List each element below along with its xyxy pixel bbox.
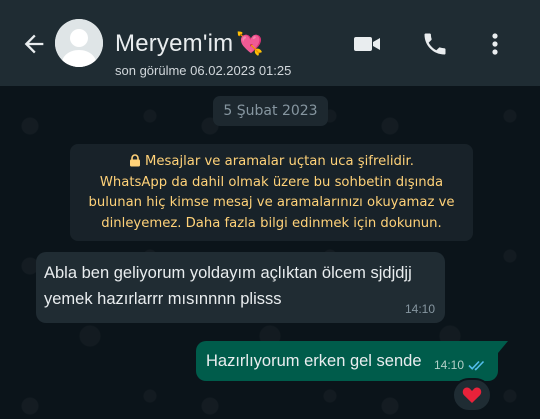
incoming-message[interactable]: Abla ben geliyorum yoldayım açlıktan ölc… [36,252,445,323]
encryption-notice-line: WhatsApp da dahil olmak üzere bu sohbeti… [99,174,444,190]
message-text: Hazırlıyorum erken gel sende [206,351,422,370]
last-seen-status: son görülme 06.02.2023 01:25 [115,63,292,78]
contact-name-text: Meryem'im [115,30,234,57]
lock-icon [130,154,141,167]
read-receipt-icon [468,360,485,371]
voice-call-icon[interactable] [420,30,450,58]
message-time: 14:10 [404,302,435,316]
encryption-notice-line: Mesajlar ve aramalar uçtan uca şifrelidi… [80,152,463,173]
encryption-notice-line: bulunan hiç kimse mesaj ve aramalarınızı… [88,195,455,210]
outgoing-message[interactable]: Hazırlıyorum erken gel sende 14:10 [196,341,508,381]
message-time: 14:10 [433,358,464,372]
default-avatar-icon [55,19,103,67]
message-text-line: Abla ben geliyorum yoldayım açlıktan ölc… [44,264,412,282]
encryption-notice[interactable]: Mesajlar ve aramalar uçtan uca şifrelidi… [70,144,473,241]
date-chip: 5 Şubat 2023 [213,96,328,126]
chat-header: Meryem'im 💘 son görülme 06.02.2023 01:25 [0,0,540,86]
encryption-notice-line: dinleyemez. Daha fazla bilgi edinmek içi… [101,215,442,231]
back-arrow-icon[interactable] [20,30,48,58]
video-call-icon[interactable] [352,30,382,58]
message-text-line: yemek hazırlarrr mısınnnn plisss [44,290,282,308]
avatar[interactable] [55,19,103,67]
more-vert-icon[interactable] [480,30,510,58]
heart-arrow-emoji: 💘 [236,31,264,56]
red-heart-icon [462,387,482,403]
message-meta: 14:10 [434,358,488,372]
contact-name[interactable]: Meryem'im 💘 [115,30,264,58]
message-reaction[interactable] [452,378,492,412]
